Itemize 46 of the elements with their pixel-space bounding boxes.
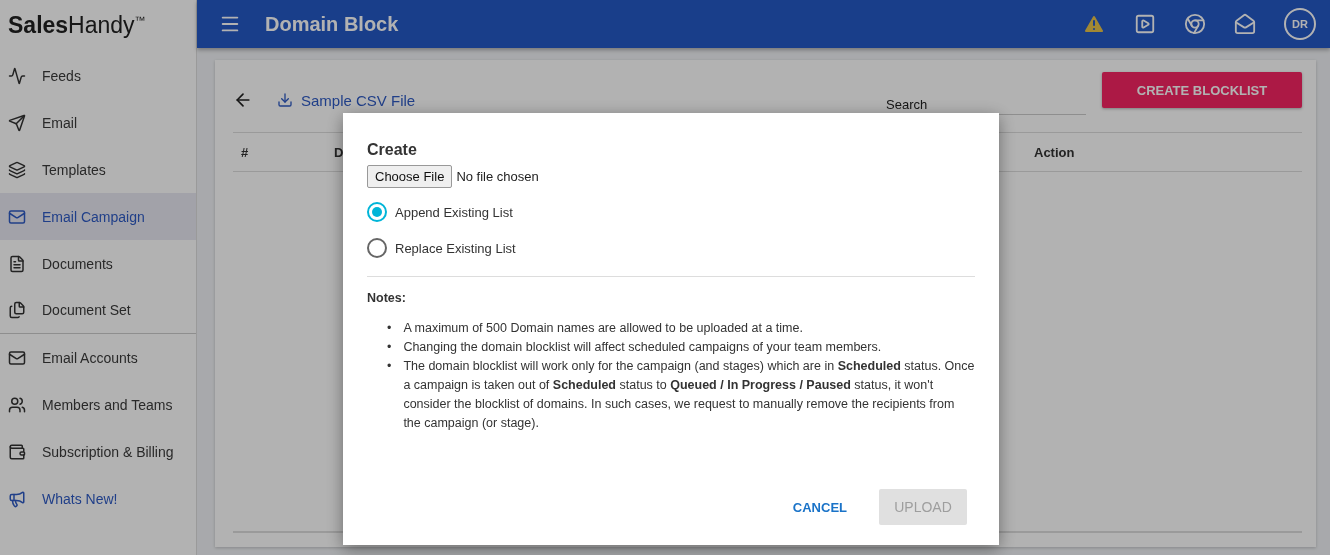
sidebar-item[interactable]: Document Set <box>0 287 196 334</box>
radio-label: Replace Existing List <box>395 240 516 256</box>
sidebar-item[interactable]: Email Accounts <box>0 334 196 381</box>
radio-button[interactable] <box>367 202 387 222</box>
column-header: # <box>241 144 249 160</box>
file-status: No file chosen <box>456 169 539 184</box>
page-title: Domain Block <box>265 12 400 36</box>
column-header: Action <box>1034 144 1075 160</box>
column-header: D <box>334 144 344 160</box>
documents-icon <box>8 301 26 319</box>
note-text: The domain blocklist will work only for the campaign (and stages) which are in Scheduled status. Once a campaign is taken out of Scheduled status to Queued / In Progress / Paused status, it won't consider the blocklist of domains. In such cases, we request to manually remove the recipients from the campaign (or stage). <box>403 358 975 432</box>
megaphone-icon <box>8 489 26 508</box>
dialog-title: Create <box>367 141 418 159</box>
sidebar-item[interactable]: Email Campaign <box>0 193 196 240</box>
mail-icon <box>8 207 26 226</box>
app-logo: SalesHandy$^{™}$ <box>7 11 147 40</box>
sample-csv-link[interactable]: Sample CSV File <box>277 91 886 109</box>
sidebar-item[interactable]: Whats New! <box>0 475 196 522</box>
video-library-icon[interactable] <box>1134 13 1156 35</box>
choose-file-button[interactable]: Choose File <box>367 165 453 188</box>
user-avatar[interactable]: DR <box>1284 8 1316 40</box>
notes-title: Notes: <box>367 291 407 305</box>
cancel-button[interactable]: CANCEL <box>786 498 853 516</box>
mail-icon <box>8 348 26 367</box>
sidebar-item[interactable]: Members and Teams <box>0 381 196 428</box>
bullet: • <box>387 358 392 375</box>
sidebar-item[interactable]: Subscription & Billing <box>0 428 196 475</box>
radio-label: Append Existing List <box>395 204 513 220</box>
bullet: • <box>387 320 392 337</box>
send-icon <box>8 113 26 132</box>
wallet-icon <box>8 442 26 461</box>
pulse-icon <box>8 66 26 85</box>
document-icon <box>8 254 26 273</box>
note-text: Changing the domain blocklist will affect scheduled campaigns of your team members. <box>403 339 882 356</box>
sidebar-item[interactable]: Feeds <box>0 52 196 99</box>
people-icon <box>8 395 26 414</box>
sidebar-item[interactable]: Templates <box>0 146 196 193</box>
layers-icon <box>8 160 26 179</box>
download-icon <box>277 92 293 108</box>
sidebar-item[interactable]: Documents <box>0 240 196 287</box>
note-text: A maximum of 500 Domain names are allowed to be uploaded at a time. <box>403 320 803 337</box>
radio-button[interactable] <box>367 238 387 258</box>
sidebar-item[interactable]: Email <box>0 99 196 146</box>
browser-icon[interactable] <box>1184 13 1206 35</box>
mail-app-icon[interactable] <box>1234 13 1256 35</box>
bullet: • <box>387 339 392 356</box>
